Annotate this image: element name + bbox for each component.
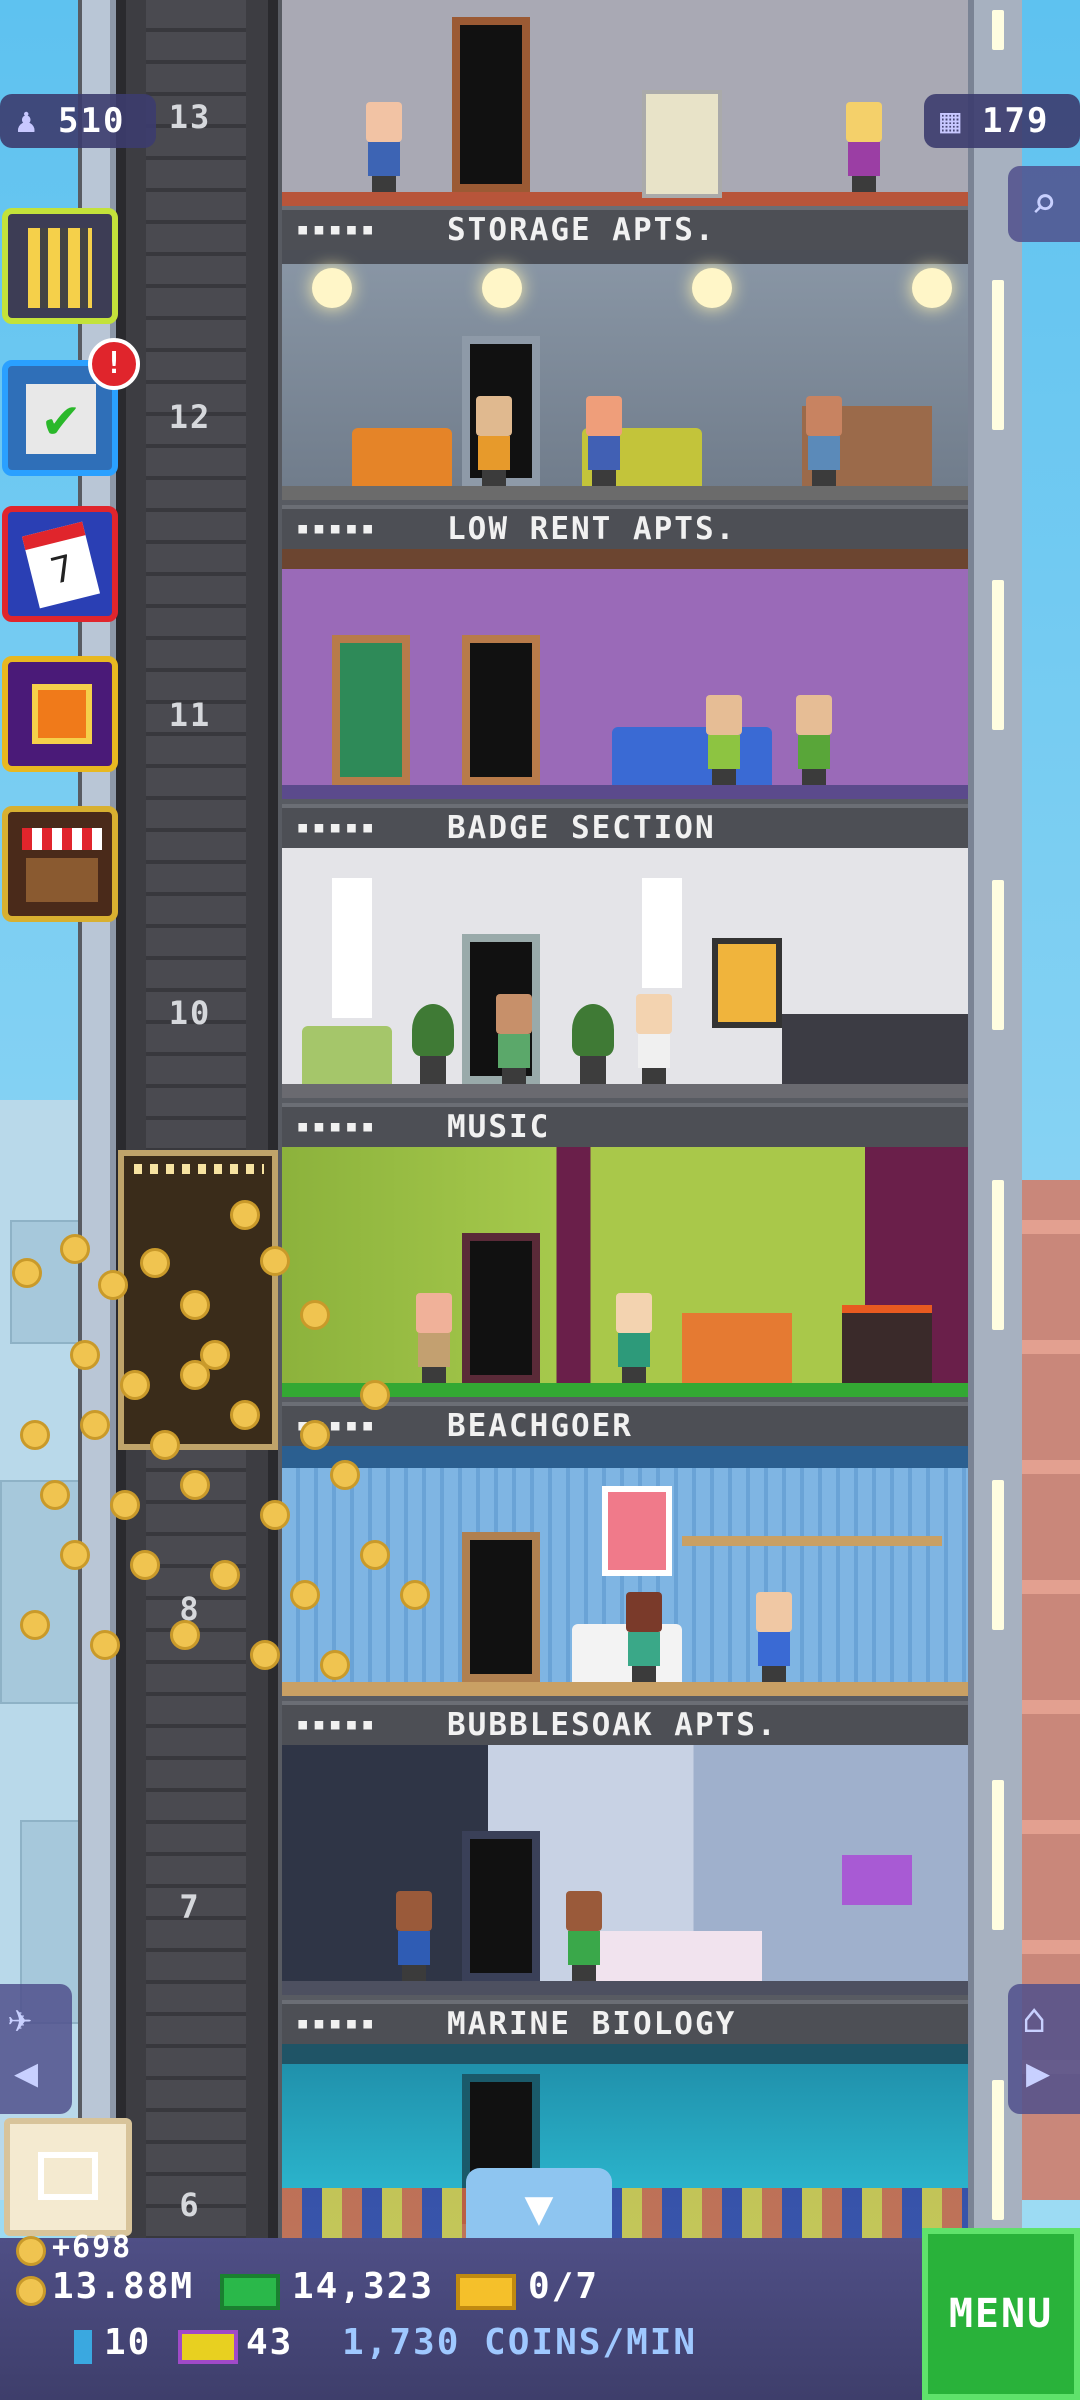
tickets-count: 0/7 <box>528 2266 600 2307</box>
shop-button[interactable] <box>2 806 118 922</box>
floor-13-room[interactable] <box>282 0 968 206</box>
lobby-button[interactable]: ✈ ◀ <box>0 1984 72 2114</box>
home-button[interactable]: ⌂ ▶ <box>1008 1984 1080 2114</box>
computer-prop <box>642 90 722 198</box>
gems-count: 10 <box>104 2322 152 2363</box>
floor-7-room[interactable] <box>282 1745 968 1995</box>
coin-icon <box>16 2236 46 2266</box>
tower-left-pillar <box>82 0 116 2245</box>
elevator-icon: ✈ <box>8 1996 33 2042</box>
population-counter[interactable]: ♟ 510 <box>0 94 156 148</box>
floor-name: STORAGE APTS. <box>447 212 716 248</box>
purple-lamp <box>842 1855 912 1905</box>
menu-button[interactable]: MENU <box>922 2228 1080 2400</box>
floor-label-bar[interactable]: ▪▪▪▪▪ BUBBLESOAK APTS. <box>282 1701 968 1745</box>
search-button[interactable]: ⌕ <box>1008 166 1080 242</box>
bubble-bath <box>582 1931 762 1981</box>
wall-painting <box>712 938 782 1028</box>
floor-name: BUBBLESOAK APTS. <box>447 1707 778 1743</box>
floor-label-bar[interactable]: ▪▪▪▪▪ LOW RENT APTS. <box>282 505 968 549</box>
coins-total: 13.88M <box>52 2266 195 2307</box>
magnifier-icon: ⌕ <box>1030 178 1058 229</box>
bux-counter[interactable]: ▦ 179 <box>924 94 1080 148</box>
ticket-icon <box>456 2274 516 2310</box>
floor-9-room[interactable] <box>282 1147 968 1397</box>
bux-total: 14,323 <box>292 2266 435 2307</box>
tv-icon <box>178 2330 238 2364</box>
floor-label-bar[interactable]: ▪▪▪▪▪ BEACHGOER <box>282 1402 968 1446</box>
person-icon: ♟ <box>16 101 39 141</box>
floor-name: MUSIC <box>447 1109 551 1145</box>
floor-label-bar[interactable]: ▪▪▪▪▪ MARINE BIOLOGY <box>282 2000 968 2044</box>
notification-badge: ! <box>88 338 140 390</box>
fireplace <box>842 1305 932 1383</box>
floor-12-room[interactable] <box>282 250 968 500</box>
floor-name: LOW RENT APTS. <box>447 511 737 547</box>
floor-11-room[interactable] <box>282 549 968 799</box>
floor-name: MARINE BIOLOGY <box>447 2006 737 2042</box>
tv-count: 43 <box>246 2322 294 2363</box>
floor-label-bar[interactable]: ▪▪▪▪▪ MUSIC <box>282 1103 968 1147</box>
floor-number: 11 <box>168 696 212 734</box>
building-grid-icon <box>28 228 92 308</box>
coral-reef <box>282 2188 968 2238</box>
checklist-icon: ✔ <box>26 384 96 454</box>
calendar-icon: 7 <box>21 521 101 609</box>
floor-label-bar[interactable]: ▪▪▪▪▪ STORAGE APTS. <box>282 206 968 250</box>
floor-number: 13 <box>168 98 212 136</box>
wall-shelf <box>682 1536 942 1546</box>
kitchen-counter <box>782 1014 968 1084</box>
bottom-status-bar <box>0 2238 1080 2400</box>
building-icon: ▦ <box>940 101 963 141</box>
floor-10-room[interactable] <box>282 848 968 1098</box>
floor-number: 7 <box>179 1888 201 1926</box>
floor-number: 10 <box>168 994 212 1032</box>
inventory-crate-button[interactable] <box>4 2118 132 2236</box>
floor-number: 6 <box>179 2186 201 2224</box>
coin-icon <box>16 2276 46 2306</box>
floor-6-room[interactable] <box>282 2044 968 2238</box>
crate-icon <box>38 2152 98 2200</box>
scroll-down-button[interactable]: ▼ <box>466 2168 612 2248</box>
floor-name: BEACHGOER <box>447 1408 633 1444</box>
store-awning-icon <box>22 828 102 850</box>
calendar-button[interactable]: 7 <box>2 506 118 622</box>
floor-number: 12 <box>168 398 212 436</box>
arrow-left-icon: ◀ <box>14 2050 39 2096</box>
gift-button[interactable] <box>2 656 118 772</box>
bed <box>682 1313 792 1383</box>
coins-pending: +698 <box>52 2230 133 2265</box>
floor-name: BADGE SECTION <box>447 810 716 846</box>
wall-painting <box>602 1486 672 1576</box>
home-icon: ⌂ <box>1022 1996 1047 2042</box>
coin-rate: 1,730 COINS/MIN <box>342 2322 698 2363</box>
floor-8-room[interactable] <box>282 1446 968 1696</box>
tower-right-pillar <box>968 0 1022 2245</box>
gift-icon <box>32 684 92 744</box>
arrow-right-icon: ▶ <box>1026 2050 1051 2096</box>
tower-overview-button[interactable] <box>2 208 118 324</box>
bux-icon <box>220 2274 280 2310</box>
gem-icon <box>74 2330 92 2364</box>
floor-label-bar[interactable]: ▪▪▪▪▪ BADGE SECTION <box>282 804 968 848</box>
